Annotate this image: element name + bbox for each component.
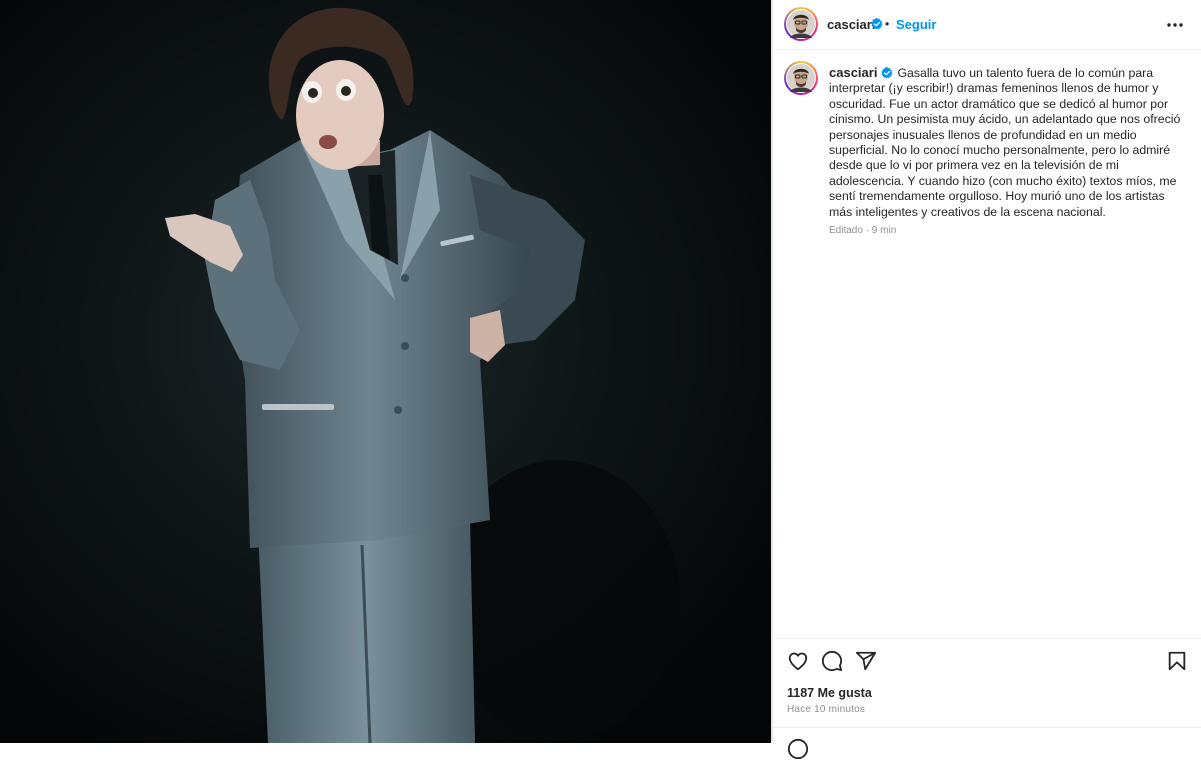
post-media[interactable] [0, 0, 771, 743]
caption-author-avatar[interactable] [784, 61, 818, 95]
heart-icon[interactable] [787, 650, 809, 672]
caption-edited-meta: Editado · 9 min [829, 225, 897, 236]
follow-button[interactable]: Seguir [896, 17, 936, 32]
bookmark-icon[interactable] [1166, 650, 1188, 672]
header-separator: • [885, 17, 890, 31]
author-avatar[interactable] [784, 7, 818, 41]
header-username[interactable]: casciari [827, 17, 875, 32]
actions-divider [773, 638, 1201, 639]
verified-badge-icon [871, 18, 883, 30]
post-photo [0, 0, 771, 743]
caption-username[interactable]: casciari [829, 65, 877, 80]
post-header: casciari • Seguir [773, 0, 1201, 50]
post-timestamp[interactable]: Hace 10 minutos [787, 704, 865, 715]
emoji-icon[interactable] [787, 738, 809, 760]
verified-badge-icon [881, 67, 894, 79]
avatar-face-icon [787, 10, 815, 38]
comment-icon[interactable] [821, 650, 843, 672]
more-options-icon[interactable] [1165, 15, 1185, 35]
likes-count[interactable]: 1187 Me gusta [787, 686, 872, 700]
avatar-face-icon [787, 64, 815, 92]
post-panel: casciari • Seguir casciari Gasalla tuvo … [773, 0, 1201, 760]
share-icon[interactable] [855, 650, 877, 672]
caption-text: Gasalla tuvo un talento fuera de lo comú… [829, 66, 1181, 219]
comment-divider [773, 727, 1201, 728]
post-caption: casciari Gasalla tuvo un talento fuera d… [829, 65, 1185, 220]
